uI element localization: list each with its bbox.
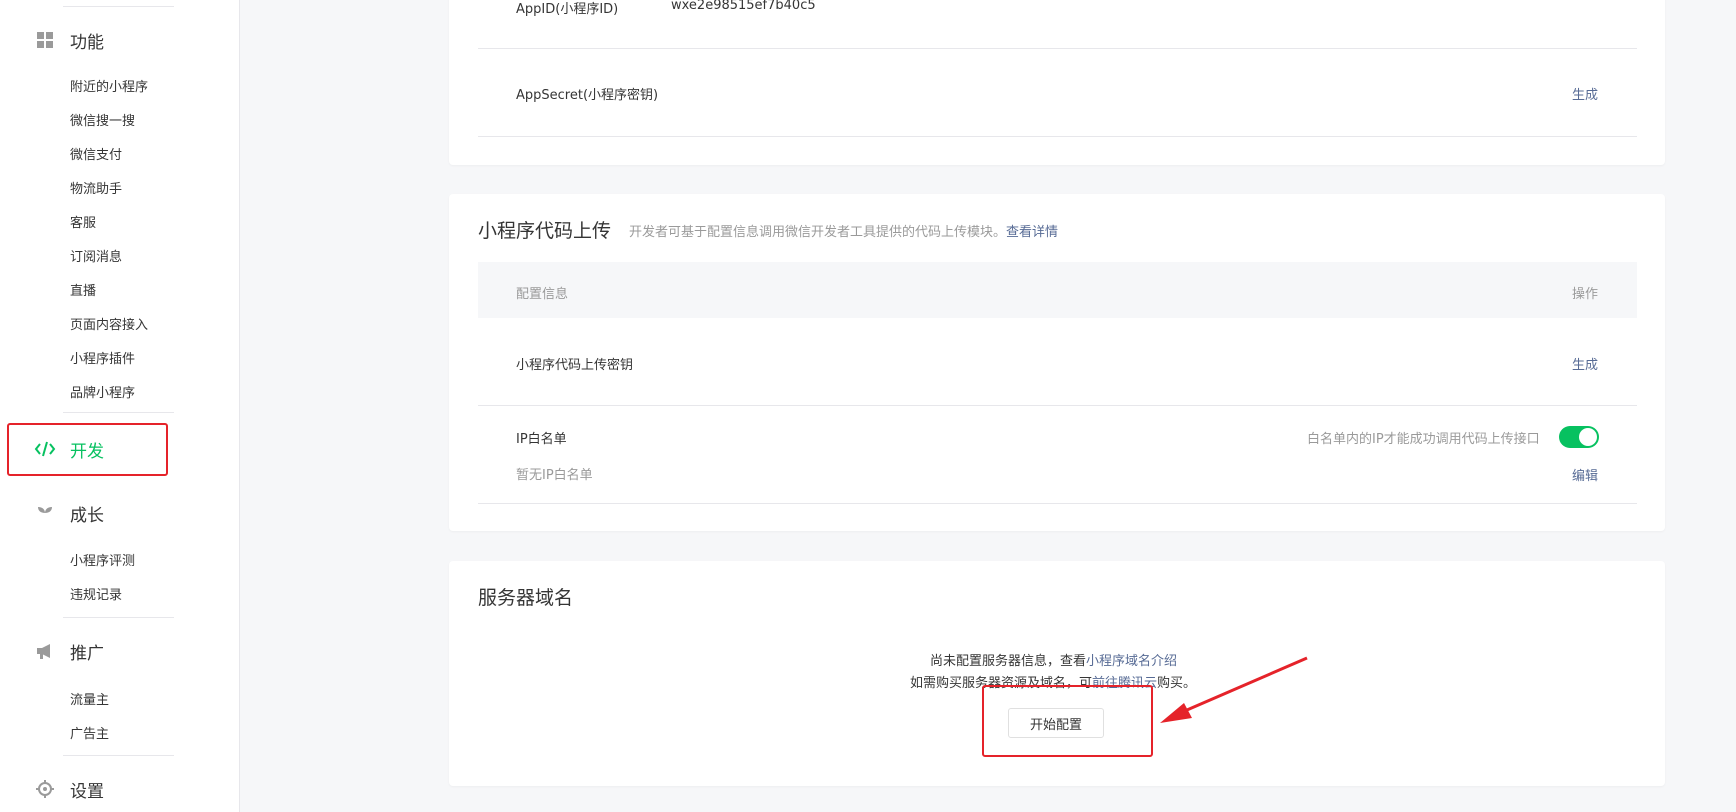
sidebar-item-plugin[interactable]: 小程序插件 [70, 348, 135, 367]
col-action: 操作 [1572, 287, 1599, 302]
ip-whitelist-edit-link[interactable]: 编辑 [1572, 465, 1598, 484]
ip-whitelist-hint: 白名单内的IP才能成功调用代码上传接口 [1307, 432, 1540, 447]
sidebar-divider [63, 617, 174, 618]
appid-value: wxe2e98515ef7b40c5 [671, 0, 816, 13]
sidebar-divider [63, 6, 174, 7]
sidebar-item-search[interactable]: 微信搜一搜 [70, 110, 135, 129]
sidebar-item-logistics[interactable]: 物流助手 [70, 178, 122, 197]
dev-settings-card [449, 0, 1665, 165]
row-divider [478, 503, 1637, 504]
appsecret-label: AppSecret(小程序密钥) [516, 88, 659, 103]
sidebar-group-growth[interactable]: 成长 [34, 499, 104, 527]
megaphone-icon [34, 640, 56, 662]
row-divider [478, 48, 1637, 49]
annotation-highlight-button [982, 685, 1153, 757]
sidebar-group-label: 设置 [70, 781, 104, 802]
code-upload-desc: 开发者可基于配置信息调用微信开发者工具提供的代码上传模块。查看详情 [629, 225, 1059, 240]
sidebar-item-service[interactable]: 客服 [70, 212, 96, 231]
sidebar-item-pay[interactable]: 微信支付 [70, 144, 122, 163]
sidebar: 功能 附近的小程序 微信搜一搜 微信支付 物流助手 客服 订阅消息 直播 页面内… [0, 0, 240, 812]
domain-intro-link[interactable]: 小程序域名介绍 [1086, 654, 1177, 669]
server-domain-line1: 尚未配置服务器信息，查看小程序域名介绍 [930, 654, 1178, 669]
sidebar-item-content[interactable]: 页面内容接入 [70, 314, 148, 333]
sidebar-item-nearby[interactable]: 附近的小程序 [70, 76, 148, 95]
gear-icon [34, 778, 56, 800]
sidebar-group-label: 成长 [70, 505, 104, 526]
ip-whitelist-label: IP白名单 [516, 432, 567, 447]
sidebar-item-live[interactable]: 直播 [70, 280, 96, 299]
annotation-highlight-develop [7, 423, 168, 476]
sidebar-group-label: 功能 [70, 32, 104, 53]
sidebar-group-function[interactable]: 功能 [34, 26, 104, 54]
sidebar-item-violation[interactable]: 违规记录 [70, 584, 122, 603]
appid-label: AppID(小程序ID) [516, 2, 619, 17]
toggle-knob [1579, 428, 1597, 446]
code-upload-title: 小程序代码上传 [478, 220, 612, 242]
appsecret-generate-link[interactable]: 生成 [1572, 84, 1598, 103]
sidebar-group-settings[interactable]: 设置 [34, 775, 104, 803]
sidebar-divider [63, 755, 174, 756]
sidebar-item-evaluation[interactable]: 小程序评测 [70, 550, 135, 569]
sprout-icon [34, 502, 56, 524]
server-domain-title: 服务器域名 [478, 587, 574, 609]
sidebar-group-label: 推广 [70, 643, 104, 664]
config-table-header [478, 262, 1637, 318]
sidebar-item-subscribe[interactable]: 订阅消息 [70, 246, 122, 265]
upload-key-label: 小程序代码上传密钥 [516, 358, 634, 373]
grid-icon [34, 29, 56, 51]
ip-whitelist-toggle[interactable] [1559, 426, 1599, 448]
row-divider [478, 405, 1637, 406]
ip-whitelist-empty: 暂无IP白名单 [516, 468, 593, 483]
sidebar-item-advertiser[interactable]: 广告主 [70, 723, 109, 742]
sidebar-item-brand[interactable]: 品牌小程序 [70, 382, 135, 401]
sidebar-group-promote[interactable]: 推广 [34, 637, 104, 665]
sidebar-item-traffic[interactable]: 流量主 [70, 689, 109, 708]
row-divider [478, 136, 1637, 137]
sidebar-divider [63, 412, 174, 413]
view-details-link[interactable]: 查看详情 [1006, 225, 1058, 240]
col-config-info: 配置信息 [516, 287, 569, 302]
upload-key-generate-link[interactable]: 生成 [1572, 354, 1598, 373]
